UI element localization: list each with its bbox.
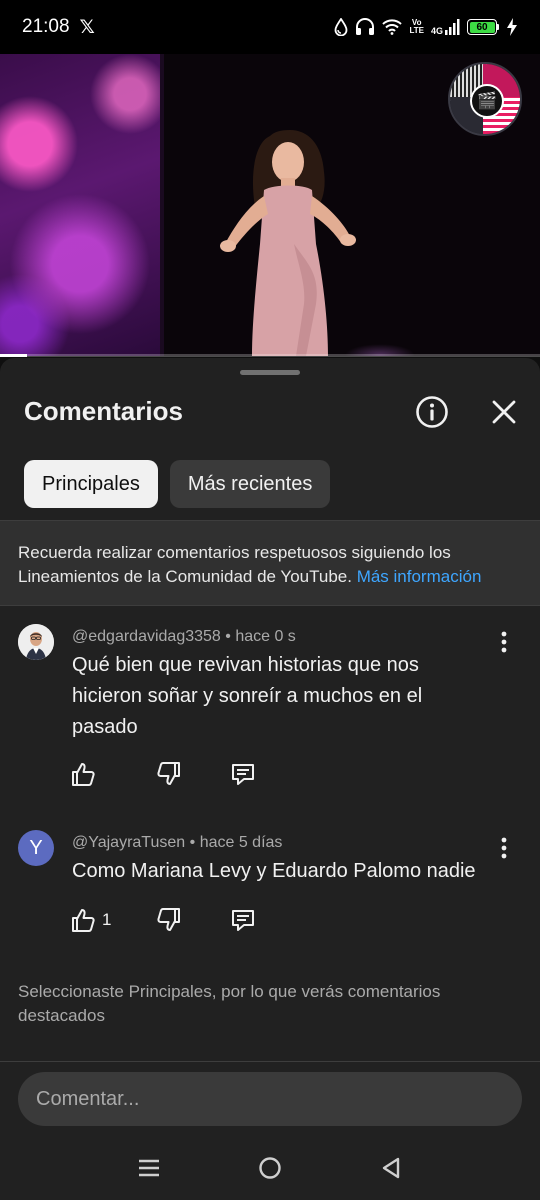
back-button[interactable] <box>369 1146 413 1190</box>
tab-principales[interactable]: Principales <box>24 460 158 508</box>
comment-author[interactable]: @YajayraTusen <box>72 834 185 851</box>
divider <box>0 1061 540 1062</box>
more-vert-icon <box>501 631 507 653</box>
system-nav-bar <box>0 1136 540 1200</box>
charging-icon <box>507 18 517 36</box>
sort-explanation: Seleccionaste Principales, por lo que ve… <box>18 982 441 1025</box>
reply-button[interactable] <box>230 758 256 790</box>
comment-more-button[interactable] <box>490 628 518 656</box>
comment-meta: @YajayraTusen • hace 5 días <box>72 834 282 852</box>
thumb-up-icon <box>72 763 95 786</box>
comments-sheet: Comentarios Principales Más recientes Re… <box>0 358 540 1200</box>
thumb-down-icon <box>157 908 180 931</box>
reply-button[interactable] <box>230 904 256 936</box>
more-info-link[interactable]: Más información <box>357 567 482 586</box>
network-label: 4G <box>430 26 443 36</box>
avatar[interactable]: Y <box>18 830 54 866</box>
thumb-up-icon <box>72 909 95 932</box>
channel-logo[interactable]: 🎬 <box>448 62 522 136</box>
like-count: 1 <box>102 910 112 929</box>
meta-separator: • <box>189 834 200 851</box>
drag-handle[interactable] <box>240 370 300 375</box>
video-screen-edge <box>160 54 164 356</box>
comment-input[interactable]: Comentar... <box>18 1072 522 1126</box>
comment-actions: 1 <box>70 904 256 936</box>
wifi-icon <box>382 19 403 35</box>
close-icon <box>492 400 516 424</box>
thumb-down-icon <box>157 762 180 785</box>
presenter-figure <box>220 130 356 356</box>
home-button[interactable] <box>248 1146 292 1190</box>
headphones-icon <box>356 18 375 35</box>
close-button[interactable] <box>484 392 524 432</box>
camera-icon: 🎬 <box>470 84 504 118</box>
meta-separator: • <box>225 628 236 645</box>
info-button[interactable] <box>412 392 452 432</box>
community-notice: Recuerda realizar comentarios respetuoso… <box>0 520 540 606</box>
dislike-button[interactable] <box>156 758 230 790</box>
video-player[interactable]: 🎬 <box>0 54 540 356</box>
more-vert-icon <box>501 837 507 859</box>
comments-title: Comentarios <box>24 396 183 426</box>
volte-label-bottom: LTE <box>409 26 424 35</box>
menu-icon <box>138 1159 159 1177</box>
like-button[interactable] <box>70 758 156 790</box>
comment-text: Como Mariana Levy y Eduardo Palomo nadie <box>72 860 476 882</box>
x-logo-icon: 𝕏 <box>79 16 95 38</box>
status-time: 21:08 <box>22 16 70 37</box>
sort-tabs: Principales Más recientes <box>24 460 331 508</box>
volte-indicator: Vo LTE <box>409 19 424 35</box>
home-icon <box>259 1157 281 1179</box>
video-progress-fill <box>0 354 27 357</box>
signal-icon: 4G <box>430 19 460 36</box>
avatar-photo-icon <box>18 624 54 660</box>
battery-icon: 60 <box>467 19 499 35</box>
comment-time: hace 5 días <box>199 834 283 851</box>
comment-text: Qué bien que revivan historias que nos h… <box>72 654 423 738</box>
comment-actions <box>70 758 256 790</box>
comment-more-button[interactable] <box>490 834 518 862</box>
menu-button[interactable] <box>127 1146 171 1190</box>
tab-mas-recientes[interactable]: Más recientes <box>169 460 331 508</box>
like-button[interactable]: 1 <box>70 904 156 936</box>
reply-icon <box>232 910 254 931</box>
reply-icon <box>232 764 254 785</box>
back-icon <box>383 1157 400 1179</box>
dislike-button[interactable] <box>156 904 230 936</box>
status-icons: Vo LTE 4G 60 <box>334 18 518 36</box>
battery-level: 60 <box>469 21 495 33</box>
comment-meta: @edgardavidag3358 • hace 0 s <box>72 628 296 646</box>
info-icon <box>416 396 448 428</box>
status-bar: 21:08 𝕏 Vo LTE 4G 60 <box>0 0 540 54</box>
comment-author[interactable]: @edgardavidag3358 <box>72 628 221 645</box>
comment-time: hace 0 s <box>235 628 296 645</box>
avatar[interactable] <box>18 624 54 660</box>
video-progress-bar[interactable] <box>0 354 540 357</box>
water-drop-icon <box>335 18 348 36</box>
video-stage-lights <box>0 54 162 356</box>
